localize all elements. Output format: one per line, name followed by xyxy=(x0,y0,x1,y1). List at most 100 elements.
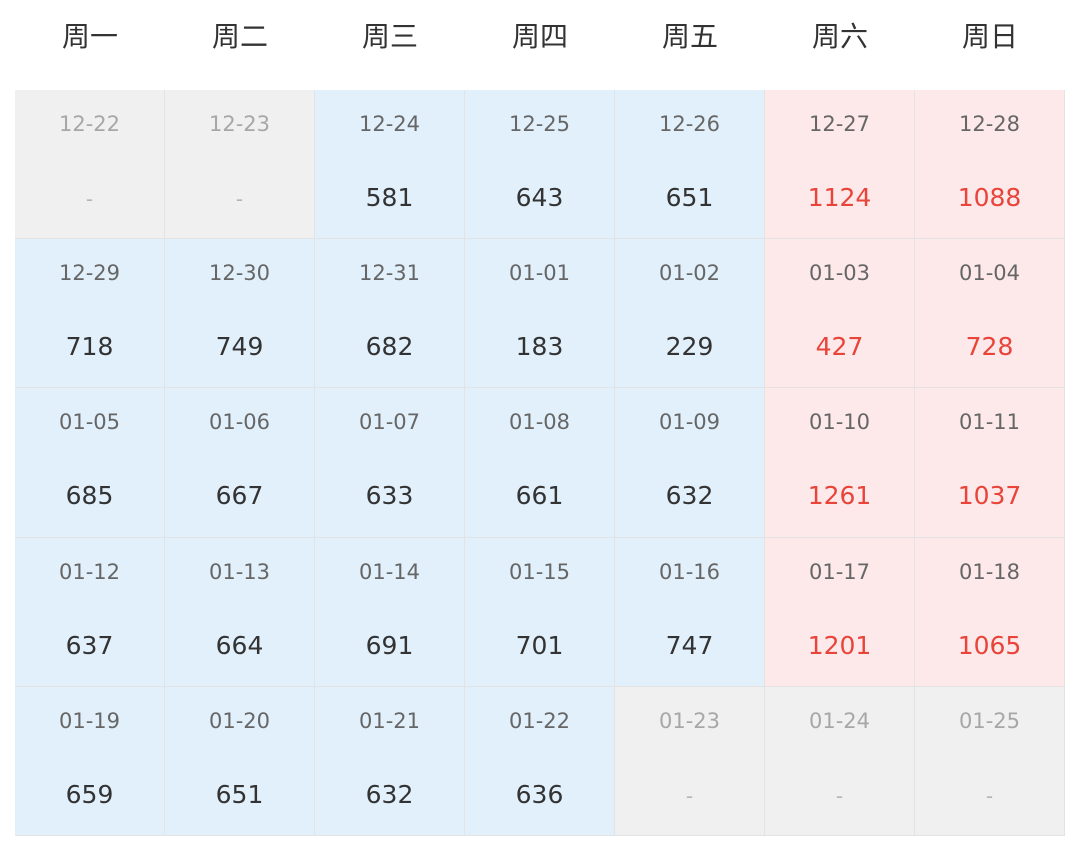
day-count-value: 651 xyxy=(215,779,264,809)
calendar-day-cell[interactable]: 01-13 664 xyxy=(165,537,315,687)
day-count-value: 685 xyxy=(65,481,114,511)
day-date-label: 01-22 xyxy=(508,708,571,733)
day-date-label: 12-31 xyxy=(358,261,421,286)
day-count-value: 728 xyxy=(965,332,1014,362)
day-date-label: 01-09 xyxy=(658,410,721,435)
day-date-label: 01-02 xyxy=(658,261,721,286)
day-count-value: 632 xyxy=(665,481,714,511)
day-count-value: 651 xyxy=(665,183,714,212)
calendar-day-cell[interactable]: 01-10 1261 xyxy=(765,388,915,538)
day-count-value: 682 xyxy=(365,332,414,362)
day-date-label: 12-22 xyxy=(58,112,121,136)
day-date-label: 12-25 xyxy=(508,112,571,136)
calendar-day-cell[interactable]: 01-02 229 xyxy=(615,239,765,389)
day-date-label: 01-10 xyxy=(808,410,871,435)
calendar-day-cell[interactable]: 01-07 633 xyxy=(315,388,465,538)
day-count-value: 747 xyxy=(665,630,714,660)
day-count-value: - xyxy=(235,187,244,211)
day-date-label: 12-26 xyxy=(658,112,721,136)
day-count-value: 1201 xyxy=(807,630,872,660)
calendar-day-cell[interactable]: 01-21 632 xyxy=(315,686,465,836)
weekday-fri: 周五 xyxy=(661,20,718,53)
calendar-day-cell[interactable]: 01-14 691 xyxy=(315,537,465,687)
calendar-day-cell[interactable]: 01-01 183 xyxy=(465,239,615,389)
day-date-label: 01-06 xyxy=(208,410,271,435)
day-date-label: 01-01 xyxy=(508,261,571,286)
day-date-label: 01-13 xyxy=(208,559,271,584)
calendar-day-cell[interactable]: 01-08 661 xyxy=(465,388,615,538)
calendar-day-cell[interactable]: 12-29 718 xyxy=(15,239,165,389)
day-count-value: 718 xyxy=(65,332,114,362)
day-count-value: 661 xyxy=(515,481,564,511)
day-count-value: 1261 xyxy=(807,481,872,511)
calendar-day-cell[interactable]: 01-06 667 xyxy=(165,388,315,538)
day-count-value: 1037 xyxy=(957,481,1022,511)
day-date-label: 01-05 xyxy=(58,410,121,435)
day-date-label: 01-18 xyxy=(958,559,1021,584)
day-count-value: 664 xyxy=(215,630,264,660)
day-date-label: 12-24 xyxy=(358,112,421,136)
day-date-label: 12-27 xyxy=(808,112,871,136)
day-date-label: 01-03 xyxy=(808,261,871,286)
day-count-value: 427 xyxy=(815,332,864,362)
calendar-day-cell[interactable]: 01-19 659 xyxy=(15,686,165,836)
day-date-label: 01-04 xyxy=(958,261,1021,286)
calendar-day-cell[interactable]: 12-27 1124 xyxy=(765,90,915,240)
day-count-value: 701 xyxy=(515,630,564,660)
calendar-day-cell: 01-25 - xyxy=(915,686,1065,836)
calendar-day-cell[interactable]: 01-22 636 xyxy=(465,686,615,836)
calendar-day-cell[interactable]: 12-26 651 xyxy=(615,90,765,240)
day-date-label: 12-28 xyxy=(958,112,1021,136)
calendar-day-cell[interactable]: 01-12 637 xyxy=(15,537,165,687)
calendar-grid: 12-22-12-23-12-24 581 12-25 643 12-26 651 12-2… xyxy=(15,90,1065,836)
calendar-day-cell: 01-23 - xyxy=(615,686,765,836)
calendar-day-cell[interactable]: 01-15 701 xyxy=(465,537,615,687)
day-count-value: 636 xyxy=(515,779,564,809)
calendar-day-cell[interactable]: 12-31 682 xyxy=(315,239,465,389)
day-date-label: 01-12 xyxy=(58,559,121,584)
day-count-value: 229 xyxy=(665,332,714,362)
weekday-tue: 周二 xyxy=(211,20,268,53)
weekday-mon: 周一 xyxy=(61,20,118,53)
day-date-label: 01-07 xyxy=(358,410,421,435)
day-count-value: 632 xyxy=(365,779,414,809)
day-date-label: 01-14 xyxy=(358,559,421,584)
calendar-day-cell[interactable]: 01-03 427 xyxy=(765,239,915,389)
day-date-label: 01-15 xyxy=(508,559,571,584)
calendar-day-cell[interactable]: 01-09 632 xyxy=(615,388,765,538)
calendar-day-cell[interactable]: 01-17 1201 xyxy=(765,537,915,687)
day-count-value: 1065 xyxy=(957,630,1022,660)
calendar-day-cell[interactable]: 12-24 581 xyxy=(315,90,465,240)
day-date-label: 01-17 xyxy=(808,559,871,584)
day-count-value: 1124 xyxy=(807,183,872,212)
weekday-sat: 周六 xyxy=(811,20,868,53)
day-count-value: - xyxy=(685,783,694,808)
calendar-day-cell[interactable]: 01-16 747 xyxy=(615,537,765,687)
weekday-wed: 周三 xyxy=(361,20,418,53)
weekday-sun: 周日 xyxy=(961,20,1018,53)
calendar-day-cell: 01-24 - xyxy=(765,686,915,836)
day-count-value: 659 xyxy=(65,779,114,809)
day-date-label: 01-23 xyxy=(658,708,721,733)
calendar-day-cell: 12-23 - xyxy=(165,90,315,240)
calendar-day-cell: 12-22 - xyxy=(15,90,165,240)
calendar-day-cell[interactable]: 01-11 1037 xyxy=(915,388,1065,538)
day-date-label: 01-21 xyxy=(358,708,421,733)
day-date-label: 01-08 xyxy=(508,410,571,435)
day-date-label: 12-30 xyxy=(208,261,271,286)
calendar-day-cell[interactable]: 01-04 728 xyxy=(915,239,1065,389)
calendar-day-cell[interactable]: 12-30 749 xyxy=(165,239,315,389)
day-count-value: 633 xyxy=(365,481,414,511)
calendar-day-cell[interactable]: 01-20 651 xyxy=(165,686,315,836)
calendar-day-cell[interactable]: 01-05 685 xyxy=(15,388,165,538)
day-date-label: 12-29 xyxy=(58,261,121,286)
day-count-value: 637 xyxy=(65,630,114,660)
weekday-header: 周一 周二 周三 周四 周五 周六 周日 xyxy=(15,0,1065,90)
day-date-label: 01-25 xyxy=(958,708,1021,733)
calendar-day-cell[interactable]: 12-28 1088 xyxy=(915,90,1065,240)
day-count-value: - xyxy=(985,783,994,808)
calendar-day-cell[interactable]: 12-25 643 xyxy=(465,90,615,240)
day-count-value: 691 xyxy=(365,630,414,660)
calendar-day-cell[interactable]: 01-18 1065 xyxy=(915,537,1065,687)
day-date-label: 12-23 xyxy=(208,112,271,136)
